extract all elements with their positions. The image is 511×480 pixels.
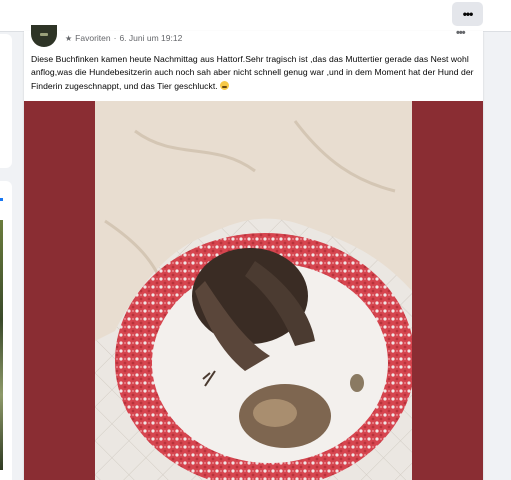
sad-face-emoji — [220, 80, 230, 90]
post-meta: ★ Favoriten · 6. Juni um 19:12 — [65, 33, 182, 43]
avatar[interactable] — [31, 25, 57, 47]
post-text: Diese Buchfinken kamen heute Nachmittag … — [31, 53, 476, 93]
left-link-marker — [0, 198, 3, 201]
bird-nest-photo — [95, 101, 412, 480]
top-bar: ••• — [0, 0, 511, 32]
favorites-label: Favoriten — [75, 33, 111, 43]
post-photo[interactable] — [24, 101, 483, 480]
post-options-button[interactable]: ••• — [456, 27, 466, 39]
feed-post: ★ Favoriten · 6. Juni um 19:12 ••• Diese… — [24, 25, 483, 480]
meta-separator: · — [113, 33, 117, 43]
left-column-card — [0, 34, 12, 168]
photo-illustration — [95, 101, 412, 480]
star-icon: ★ — [65, 33, 73, 43]
more-options-button[interactable]: ••• — [452, 2, 483, 26]
post-body: Diese Buchfinken kamen heute Nachmittag … — [31, 54, 474, 91]
post-timestamp[interactable]: 6. Juni um 19:12 — [119, 33, 182, 43]
left-thumbnail-image — [0, 220, 3, 470]
